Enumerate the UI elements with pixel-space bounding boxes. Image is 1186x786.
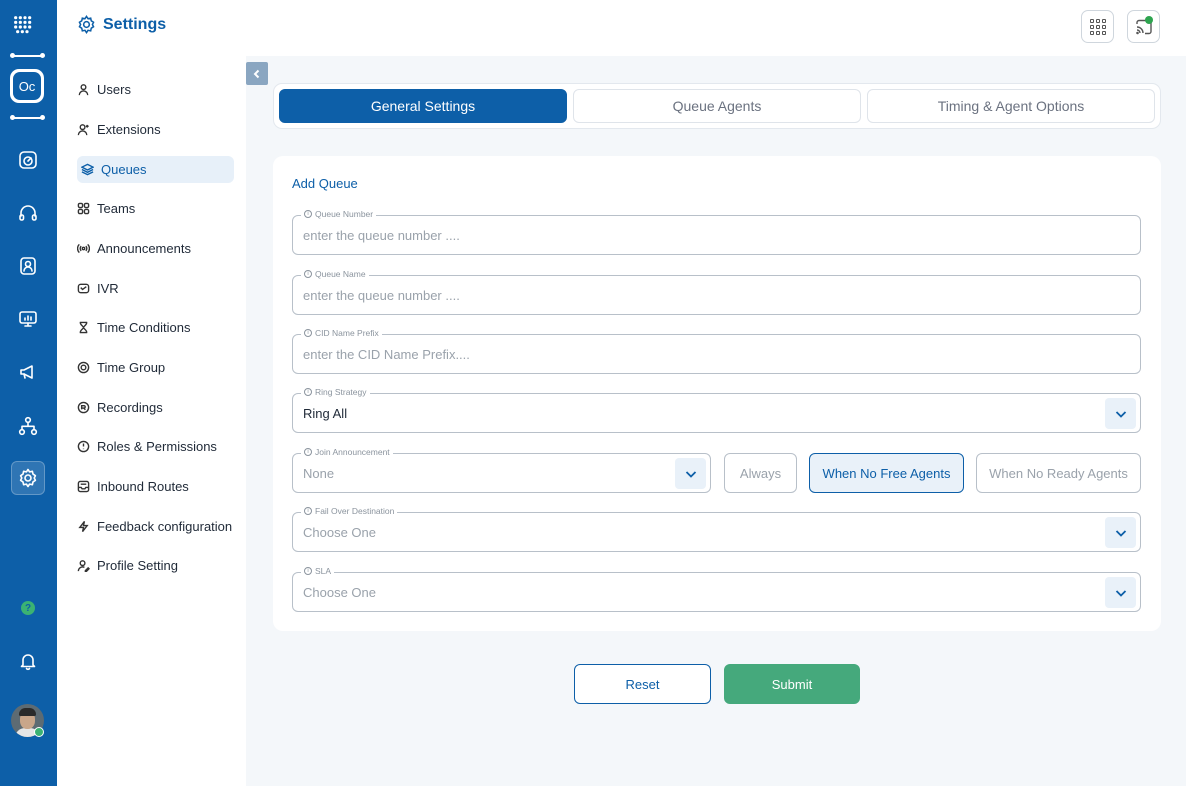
ring-strategy-value: Ring All	[303, 405, 348, 421]
sidebar-item-label: Extensions	[97, 122, 161, 137]
sidebar-item-recordings[interactable]: Recordings	[77, 394, 234, 421]
sidebar-title: Settings	[103, 15, 167, 33]
app-launcher-button[interactable]	[1081, 10, 1114, 43]
help-icon[interactable]: ?	[21, 601, 35, 615]
chevron-down-icon	[1115, 529, 1126, 537]
sidebar-item-announcements[interactable]: Announcements	[77, 235, 234, 262]
sidebar-item-label: Users	[97, 82, 131, 97]
user-plus-icon	[77, 124, 89, 136]
sidebar-item-label: IVR	[97, 281, 119, 296]
ring-strategy-select[interactable]: i Ring Strategy Ring All	[292, 387, 1141, 433]
sidebar-item-time-conditions[interactable]: Time Conditions	[77, 314, 234, 341]
tab-queue-agents[interactable]: Queue Agents	[573, 89, 861, 123]
queue-number-input[interactable]	[293, 216, 1140, 254]
sidebar-item-label: Feedback configuration	[97, 519, 233, 534]
inbox-icon	[77, 480, 90, 493]
workspace-badge[interactable]: Oc	[10, 69, 44, 103]
sidebar-item-label: Teams	[97, 201, 136, 216]
queue-name-field: i Queue Name	[292, 269, 1141, 315]
queue-number-field: i Queue Number	[292, 209, 1141, 255]
sidebar-item-ivr[interactable]: IVR	[77, 275, 234, 302]
sidebar-item-users[interactable]: Users	[77, 76, 234, 103]
layers-icon	[81, 163, 94, 176]
cid-name-prefix-field: i CID Name Prefix	[292, 328, 1141, 374]
sidebar-item-label: Roles & Permissions	[97, 439, 217, 454]
chevron-down-icon	[1115, 410, 1126, 418]
user-icon	[78, 84, 89, 96]
grid-icon	[77, 202, 90, 215]
contacts-icon[interactable]	[16, 254, 40, 278]
settings-icon	[78, 15, 95, 34]
dropdown-toggle[interactable]	[1105, 398, 1136, 429]
join-announcement-select[interactable]: i Join Announcement None	[292, 447, 711, 493]
target-icon	[77, 361, 90, 374]
collapse-sidebar-button[interactable]	[246, 62, 268, 85]
cast-button[interactable]	[1127, 10, 1160, 43]
bolt-icon	[78, 520, 89, 533]
fail-over-destination-select[interactable]: i Fail Over Destination Choose One	[292, 506, 1141, 552]
org-chart-icon[interactable]	[16, 414, 40, 438]
sidebar-item-teams[interactable]: Teams	[77, 195, 234, 222]
submit-button[interactable]: Submit	[724, 664, 860, 704]
fail-over-destination-value: Choose One	[303, 524, 376, 540]
sidebar-item-roles-permissions[interactable]: Roles & Permissions	[77, 433, 234, 460]
sidebar-item-label: Announcements	[97, 241, 191, 256]
rail-divider	[10, 115, 45, 120]
add-queue-form: Add Queue iQueue Number iQueue Name iCID…	[273, 156, 1161, 631]
apps-grid-icon	[1089, 18, 1106, 35]
sidebar-item-label: Time Conditions	[97, 320, 191, 335]
sidebar-header: Settings	[77, 15, 166, 34]
chevron-left-icon	[253, 69, 260, 78]
recording-icon	[77, 401, 90, 414]
form-title: Add Queue	[292, 176, 358, 191]
dropdown-toggle[interactable]	[1105, 517, 1136, 548]
megaphone-icon[interactable]	[16, 360, 40, 384]
hourglass-icon	[79, 321, 88, 334]
dashboard-icon[interactable]	[16, 148, 40, 172]
top-bar	[246, 0, 1186, 56]
left-rail: Oc ?	[0, 0, 57, 786]
sidebar-item-time-group[interactable]: Time Group	[77, 354, 234, 381]
broadcast-icon	[77, 243, 90, 254]
sla-value: Choose One	[303, 584, 376, 600]
headset-icon[interactable]	[16, 201, 40, 225]
shield-icon	[77, 440, 90, 453]
online-status-indicator	[34, 727, 44, 737]
sidebar-item-label: Inbound Routes	[97, 479, 189, 494]
join-announcement-value: None	[303, 465, 335, 481]
status-dot	[1145, 16, 1153, 24]
sidebar-item-label: Time Group	[97, 360, 166, 375]
tab-general-settings[interactable]: General Settings	[279, 89, 567, 123]
sidebar-item-feedback-configuration[interactable]: Feedback configuration	[77, 513, 234, 540]
notification-bell-icon[interactable]	[16, 649, 40, 673]
announcement-option-no-ready-agents[interactable]: When No Ready Agents	[976, 453, 1141, 493]
sla-select[interactable]: i SLA Choose One	[292, 566, 1141, 612]
rail-divider	[10, 53, 45, 58]
ivr-icon	[77, 283, 90, 294]
app-logo-icon[interactable]	[13, 15, 33, 35]
cid-name-prefix-input[interactable]	[293, 335, 1140, 373]
sidebar-item-inbound-routes[interactable]: Inbound Routes	[77, 473, 234, 500]
sidebar-item-profile-setting[interactable]: Profile Setting	[77, 552, 234, 579]
sidebar-item-label: Recordings	[97, 400, 163, 415]
workspace-badge-label: Oc	[13, 72, 41, 100]
sidebar-item-extensions[interactable]: Extensions	[77, 116, 234, 143]
settings-icon[interactable]	[16, 466, 40, 490]
monitor-chart-icon[interactable]	[16, 307, 40, 331]
announcement-option-no-free-agents[interactable]: When No Free Agents	[809, 453, 964, 493]
settings-tabs: General Settings Queue Agents Timing & A…	[273, 83, 1161, 129]
tab-timing-agent-options[interactable]: Timing & Agent Options	[867, 89, 1155, 123]
queue-name-input[interactable]	[293, 276, 1140, 314]
dropdown-toggle[interactable]	[675, 458, 706, 489]
chevron-down-icon	[685, 470, 696, 478]
settings-sidebar: Settings Users Extensions Queues Teams A…	[57, 0, 246, 786]
sidebar-item-label: Queues	[101, 162, 147, 177]
sidebar-item-label: Profile Setting	[97, 558, 178, 573]
reset-button[interactable]: Reset	[574, 664, 711, 704]
sidebar-item-queues[interactable]: Queues	[77, 156, 234, 183]
announcement-option-always[interactable]: Always	[724, 453, 797, 493]
user-edit-icon	[77, 560, 90, 572]
chevron-down-icon	[1115, 589, 1126, 597]
dropdown-toggle[interactable]	[1105, 577, 1136, 608]
